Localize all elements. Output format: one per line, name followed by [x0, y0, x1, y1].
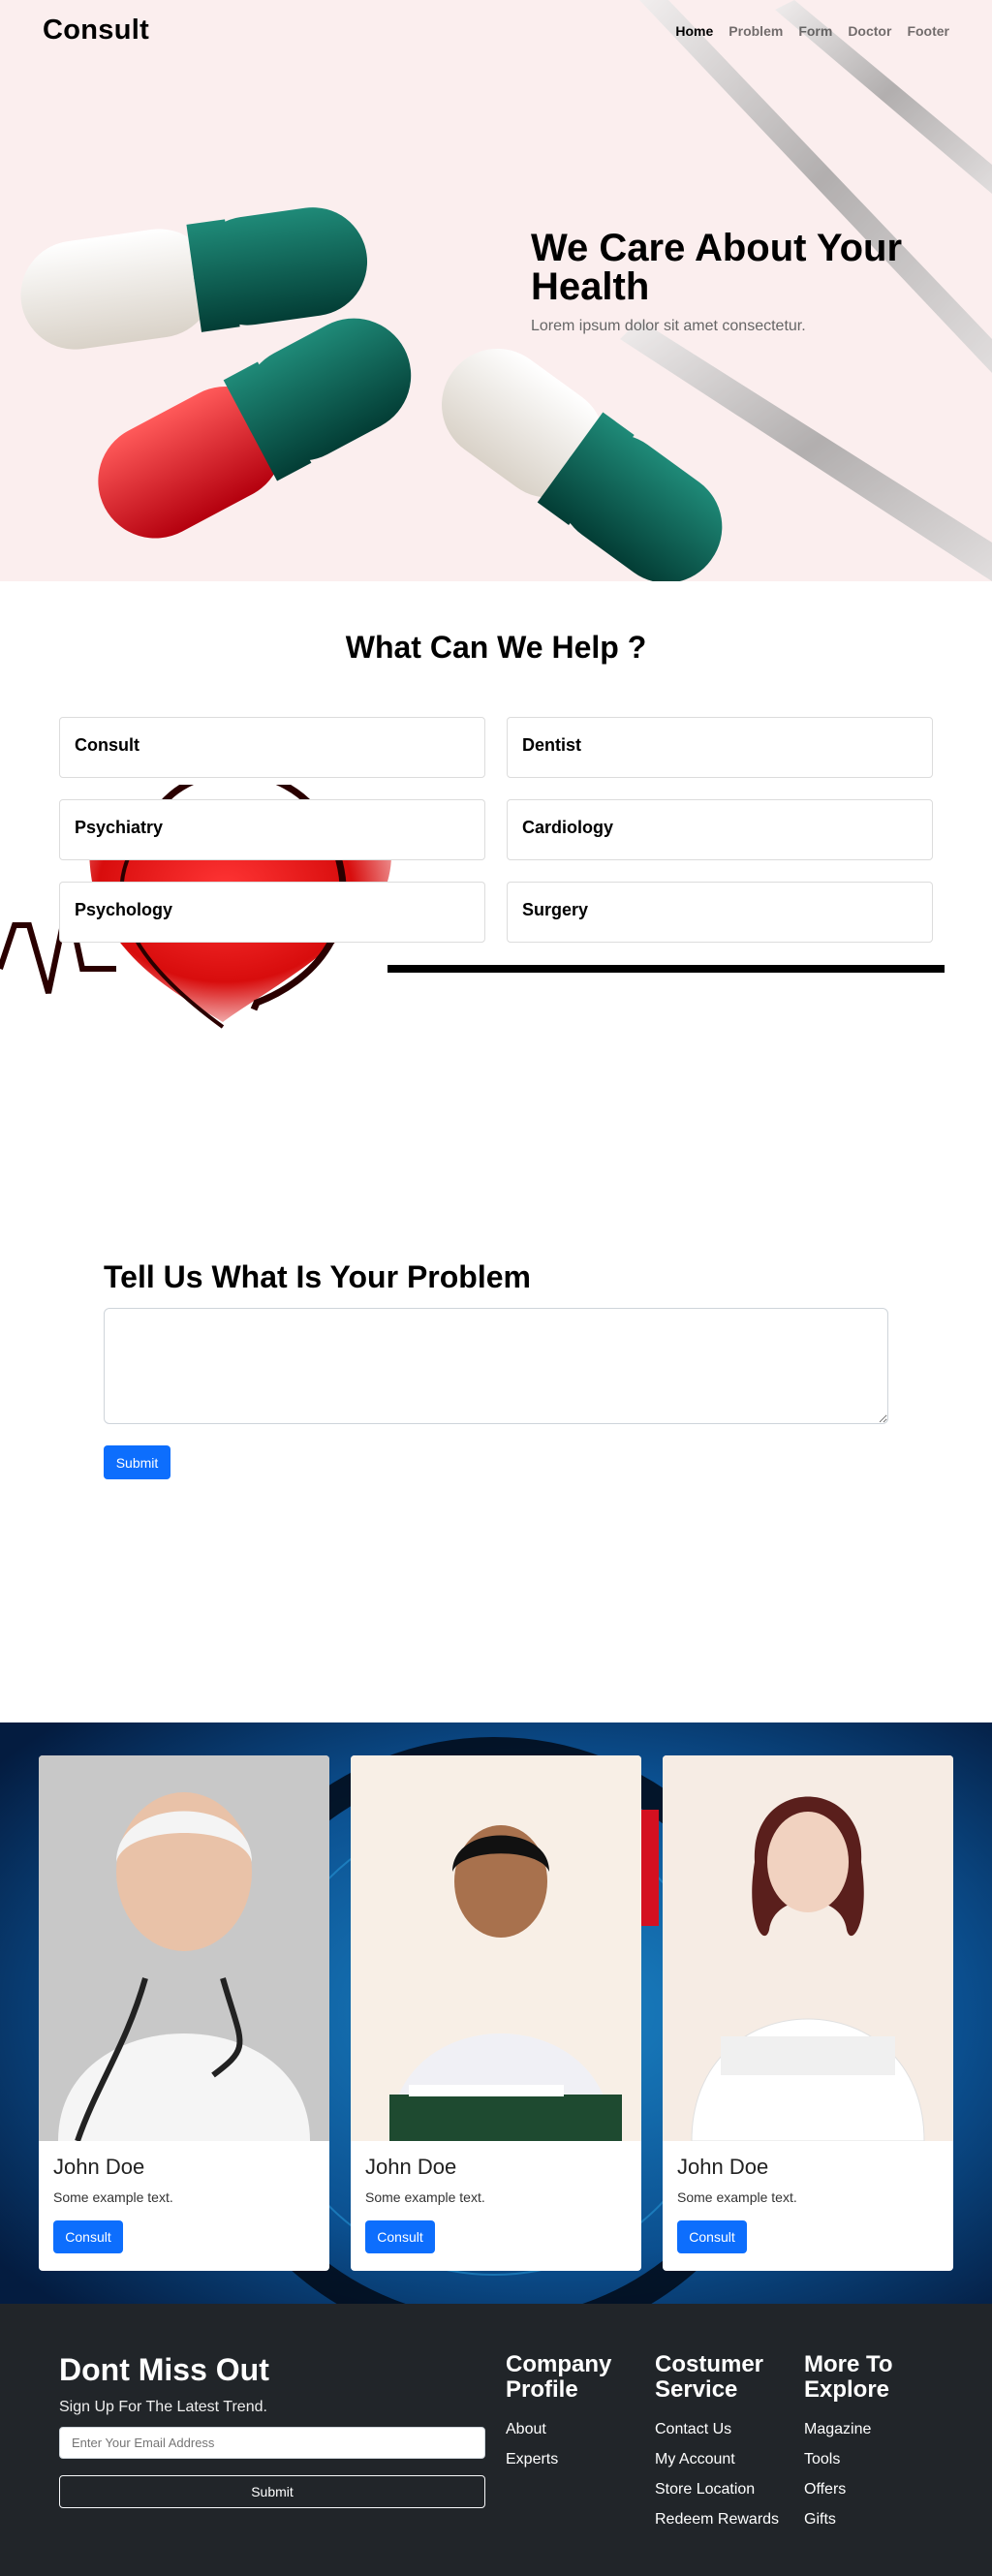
help-title: What Can We Help ? [345, 630, 647, 665]
hero-title: We Care About Your Health [531, 227, 903, 308]
doctor-name: John Doe [365, 2155, 457, 2179]
navbar: Consult Home Problem Form Doctor Footer [0, 0, 992, 60]
problem-submit-button[interactable]: Submit [104, 1445, 170, 1479]
footer-link-offers[interactable]: Offers [804, 2474, 949, 2504]
problem-textarea[interactable] [104, 1308, 888, 1424]
doctor-consult-button[interactable]: Consult [53, 2220, 123, 2253]
footer-link-experts[interactable]: Experts [506, 2444, 651, 2474]
help-grid: Consult Dentist Psychiatry Cardiology Ps… [59, 717, 933, 943]
doctors-section: John Doe Some example text. Consult John… [0, 1723, 992, 2304]
doctor-text: Some example text. [365, 2189, 485, 2205]
doctor-photo [663, 1755, 953, 2141]
doctor-name: John Doe [53, 2155, 145, 2179]
help-card-surgery[interactable]: Surgery [507, 882, 933, 943]
footer-column-explore: More To Explore Magazine Tools Offers Gi… [804, 2352, 949, 2534]
doctor-photo [39, 1755, 329, 2141]
doctor-consult-button[interactable]: Consult [677, 2220, 747, 2253]
hero-subtitle: Lorem ipsum dolor sit amet consectetur. [531, 318, 806, 334]
footer-column-title: More To Explore [804, 2351, 893, 2403]
help-card-cardiology[interactable]: Cardiology [507, 799, 933, 860]
doctor-card: John Doe Some example text. Consult [39, 1755, 329, 2271]
doctor-card: John Doe Some example text. Consult [663, 1755, 953, 2271]
footer-link-gifts[interactable]: Gifts [804, 2504, 949, 2534]
help-section: What Can We Help ? Consult Dentist Psych… [0, 581, 992, 1230]
nav-link-home[interactable]: Home [675, 23, 713, 39]
email-field[interactable] [59, 2427, 485, 2459]
doctor-text: Some example text. [53, 2189, 173, 2205]
doctor-photo [351, 1755, 641, 2141]
footer-column-title: Company Profile [506, 2351, 612, 2403]
brand-logo[interactable]: Consult [43, 15, 149, 47]
help-card-consult[interactable]: Consult [59, 717, 485, 778]
footer: Dont Miss Out Sign Up For The Latest Tre… [0, 2304, 992, 2576]
doctor-card: John Doe Some example text. Consult [351, 1755, 641, 2271]
help-card-dentist[interactable]: Dentist [507, 717, 933, 778]
footer-column-company: Company Profile About Experts [506, 2352, 651, 2474]
problem-section: Tell Us What Is Your Problem Submit [0, 1230, 992, 1723]
doctor-text: Some example text. [677, 2189, 797, 2205]
footer-link-about[interactable]: About [506, 2414, 651, 2444]
problem-title: Tell Us What Is Your Problem [104, 1259, 531, 1294]
footer-link-magazine[interactable]: Magazine [804, 2414, 949, 2444]
footer-column-title: Costumer Service [655, 2351, 764, 2403]
nav-link-doctor[interactable]: Doctor [848, 23, 891, 39]
hero-section: Consult Home Problem Form Doctor Footer … [0, 0, 992, 581]
nav-link-form[interactable]: Form [798, 23, 832, 39]
nav-link-problem[interactable]: Problem [728, 23, 783, 39]
footer-title: Dont Miss Out [59, 2352, 269, 2387]
footer-link-rewards[interactable]: Redeem Rewards [655, 2504, 800, 2534]
doctor-consult-button[interactable]: Consult [365, 2220, 435, 2253]
footer-link-store[interactable]: Store Location [655, 2474, 800, 2504]
help-card-psychiatry[interactable]: Psychiatry [59, 799, 485, 860]
nav-link-footer[interactable]: Footer [907, 23, 949, 39]
hero-text: We Care About Your Health Lorem ipsum do… [531, 229, 947, 335]
nav-links: Home Problem Form Doctor Footer [675, 23, 949, 39]
footer-link-account[interactable]: My Account [655, 2444, 800, 2474]
footer-link-tools[interactable]: Tools [804, 2444, 949, 2474]
doctor-name: John Doe [677, 2155, 769, 2179]
footer-column-service: Costumer Service Contact Us My Account S… [655, 2352, 800, 2534]
help-card-psychology[interactable]: Psychology [59, 882, 485, 943]
footer-subtitle: Sign Up For The Latest Trend. [59, 2399, 267, 2415]
footer-link-contact[interactable]: Contact Us [655, 2414, 800, 2444]
footer-submit-button[interactable]: Submit [59, 2475, 485, 2508]
